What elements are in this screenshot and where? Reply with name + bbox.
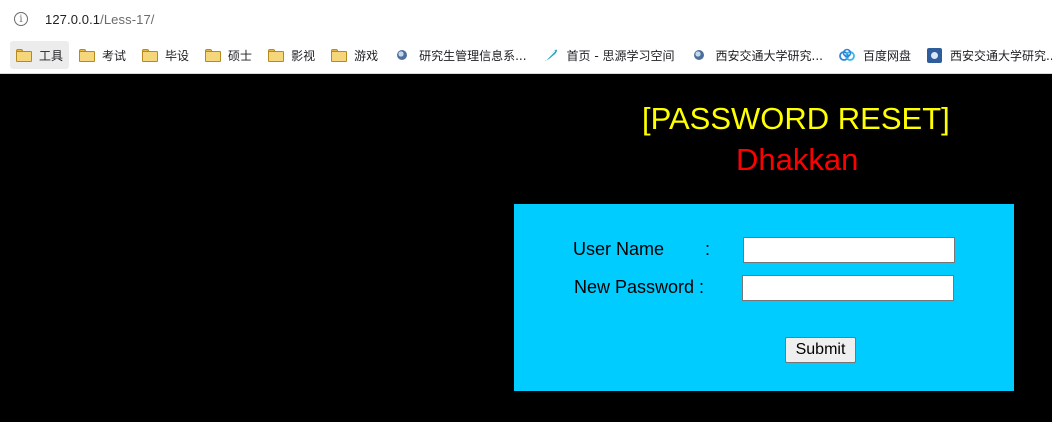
bookmark-xjtu-grad-1[interactable]: 西安交通大学研究... (685, 41, 829, 69)
bookmark-label: 考试 (102, 48, 127, 63)
page-content: [PASSWORD RESET] Dhakkan User Name : New… (0, 74, 1052, 422)
cloud-icon (839, 48, 855, 61)
bookmark-label: 游戏 (354, 48, 379, 63)
bookmark-baidu-pan[interactable]: 百度网盘 (833, 41, 917, 69)
url-text[interactable]: 127.0.0.1/Less-17/ (45, 12, 155, 27)
folder-icon (142, 48, 159, 62)
university-seal-icon (693, 50, 704, 60)
bookmarks-bar: 工具 考试 毕设 硕士 影视 游戏 研究生管理信息系... 首页 - 思源学习空… (0, 38, 1052, 72)
new-password-input[interactable] (742, 275, 954, 301)
folder-icon (331, 48, 348, 62)
bookmark-label: 毕设 (165, 48, 190, 63)
bookmark-games[interactable]: 游戏 (325, 41, 384, 69)
bookmark-movies[interactable]: 影视 (262, 41, 321, 69)
info-icon[interactable]: i (14, 12, 28, 26)
submit-button[interactable]: Submit (785, 337, 856, 363)
folder-icon (268, 48, 285, 62)
bookmark-label: 百度网盘 (862, 48, 911, 63)
bookmark-tools[interactable]: 工具 (10, 41, 70, 69)
university-seal-icon (397, 50, 408, 60)
bookmark-label: 硕士 (228, 48, 253, 63)
username-input[interactable] (743, 237, 955, 263)
page-subtitle: Dhakkan (736, 142, 859, 177)
blue-badge-icon (926, 47, 942, 63)
folder-icon (205, 48, 222, 62)
username-label: User Name (573, 239, 665, 259)
bookmark-label: 首页 - 思源学习空间 (566, 48, 675, 63)
bookmark-xjtu-grad-2[interactable]: 西安交通大学研究... (921, 41, 1052, 69)
folder-icon (79, 48, 96, 62)
bookmark-masters[interactable]: 硕士 (199, 41, 258, 69)
new-password-label: New Password : (574, 277, 705, 297)
browser-chrome: i 127.0.0.1/Less-17/ 工具 考试 毕设 硕士 影视 游戏 研… (0, 0, 1052, 74)
folder-icon (16, 48, 32, 62)
url-path: /Less-17/ (100, 11, 155, 27)
bookmark-label: 西安交通大学研究... (715, 48, 823, 63)
bookmark-label: 工具 (39, 48, 64, 63)
username-colon: : (705, 239, 711, 259)
address-bar[interactable]: i 127.0.0.1/Less-17/ (0, 0, 1052, 38)
bookmark-siyuan[interactable]: 首页 - 思源学习空间 (537, 41, 681, 69)
bookmark-exam[interactable]: 考试 (73, 41, 132, 69)
bookmark-label: 研究生管理信息系... (419, 48, 527, 63)
page-title: [PASSWORD RESET] (642, 101, 950, 136)
bookmark-label: 影视 (291, 48, 316, 63)
bookmark-grad-system[interactable]: 研究生管理信息系... (388, 41, 532, 69)
url-host: 127.0.0.1 (45, 11, 101, 27)
bookmark-thesis[interactable]: 毕设 (136, 41, 195, 69)
password-reset-form: User Name : New Password : Submit (514, 204, 1014, 391)
bookmark-label: 西安交通大学研究... (949, 48, 1052, 63)
feather-icon (544, 49, 557, 61)
